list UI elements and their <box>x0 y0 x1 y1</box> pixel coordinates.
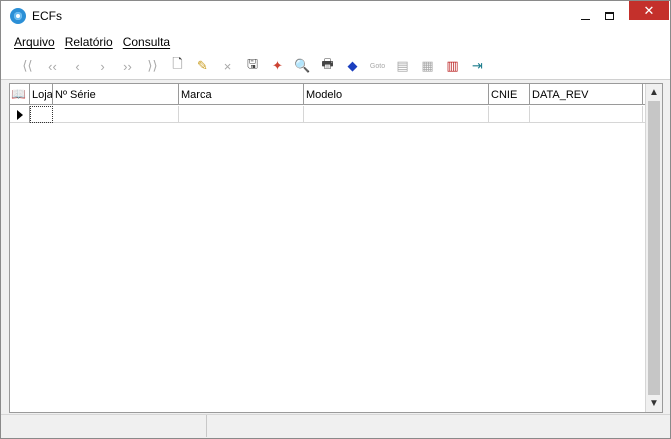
settings-button[interactable]: ▦ <box>415 55 440 77</box>
cell-serie[interactable] <box>53 106 179 123</box>
menu-item-arquivo[interactable]: Arquivo <box>14 35 55 49</box>
exit-icon: ⇥ <box>472 58 483 73</box>
save-icon: 🖫 <box>246 56 259 71</box>
scroll-down-button[interactable]: ▼ <box>646 395 662 412</box>
eraser-button[interactable]: ◆ <box>340 55 365 77</box>
settings-icon: ▦ <box>421 58 434 73</box>
app-icon <box>10 8 26 24</box>
table-row[interactable] <box>10 106 646 123</box>
export-icon: ▥ <box>446 58 459 73</box>
cell-data-rev[interactable] <box>530 106 643 123</box>
prior-page-button[interactable]: ‹‹ <box>40 55 65 77</box>
prior-record-button[interactable]: ‹ <box>65 55 90 77</box>
chevron-up-icon: ▲ <box>649 87 659 98</box>
close-icon: ✕ <box>643 2 655 18</box>
window-controls: ✕ <box>573 1 670 31</box>
book-icon: 📖 <box>11 87 26 101</box>
first-record-icon: ⟨⟨ <box>22 58 33 73</box>
new-button[interactable]: 🗋 <box>165 55 190 77</box>
window-title: ECFs <box>32 9 62 23</box>
preview-button[interactable]: 🔍 <box>290 55 315 77</box>
wand-button[interactable]: ✦ <box>265 55 290 77</box>
column-header-modelo[interactable]: Modelo <box>304 84 489 105</box>
vertical-scrollbar[interactable]: ▲ ▼ <box>645 84 662 412</box>
close-button[interactable]: ✕ <box>629 1 669 20</box>
goto-button[interactable]: Goto <box>365 55 390 77</box>
grid-body: 📖 Loja Nº Série Marca Modelo CNIE DATA_R… <box>10 84 646 412</box>
cell-cnie[interactable] <box>489 106 530 123</box>
grid-corner[interactable]: 📖 <box>10 84 30 105</box>
cell-marca[interactable] <box>179 106 304 123</box>
scroll-thumb[interactable] <box>648 101 660 395</box>
chevron-down-icon: ▼ <box>649 398 659 409</box>
exit-button[interactable]: ⇥ <box>465 55 490 77</box>
menu-bar: Arquivo Relatório Consulta <box>1 31 670 53</box>
data-grid[interactable]: 📖 Loja Nº Série Marca Modelo CNIE DATA_R… <box>9 83 663 413</box>
print-icon: 🖶 <box>321 56 334 71</box>
goto-icon: Goto <box>369 62 386 70</box>
delete-icon: × <box>223 58 232 74</box>
minimize-button[interactable] <box>573 1 597 31</box>
status-bar <box>1 414 670 438</box>
export-button[interactable]: ▥ <box>440 55 465 77</box>
next-record-button[interactable]: › <box>90 55 115 77</box>
filter-icon: ▤ <box>396 58 409 73</box>
eraser-icon: ◆ <box>347 58 358 73</box>
cell-loja[interactable] <box>30 106 53 123</box>
column-header-data-rev[interactable]: DATA_REV <box>530 84 643 105</box>
column-header-cnie[interactable]: CNIE <box>489 84 530 105</box>
minimize-icon <box>580 18 590 20</box>
row-indicator <box>10 106 30 123</box>
grid-header: 📖 Loja Nº Série Marca Modelo CNIE DATA_R… <box>10 84 646 105</box>
last-record-button[interactable]: ⟩⟩ <box>140 55 165 77</box>
cell-modelo[interactable] <box>304 106 489 123</box>
next-page-button[interactable]: ›› <box>115 55 140 77</box>
column-header-loja[interactable]: Loja <box>30 84 53 105</box>
app-window: ECFs ✕ Arquivo Relatório Consulta ⟨⟨ ‹‹ … <box>0 0 671 439</box>
prior-record-icon: ‹ <box>75 58 80 74</box>
last-record-icon: ⟩⟩ <box>147 58 158 73</box>
title-bar[interactable]: ECFs ✕ <box>1 1 670 31</box>
status-panel-2 <box>207 415 667 437</box>
new-document-icon: 🗋 <box>172 56 183 71</box>
preview-icon: 🔍 <box>294 58 311 73</box>
wand-icon: ✦ <box>272 58 283 73</box>
first-record-button[interactable]: ⟨⟨ <box>15 55 40 77</box>
maximize-button[interactable] <box>597 1 621 31</box>
filter-button[interactable]: ▤ <box>390 55 415 77</box>
print-button[interactable]: 🖶 <box>315 55 340 77</box>
column-header-serie[interactable]: Nº Série <box>53 84 179 105</box>
delete-button[interactable]: × <box>215 55 240 77</box>
save-button[interactable]: 🖫 <box>240 55 265 77</box>
next-page-icon: ›› <box>123 58 132 74</box>
edit-button[interactable]: ✎ <box>190 55 215 77</box>
column-header-marca[interactable]: Marca <box>179 84 304 105</box>
menu-item-consulta[interactable]: Consulta <box>123 35 170 49</box>
maximize-icon <box>604 12 614 20</box>
status-panel-1 <box>1 415 207 437</box>
prior-page-icon: ‹‹ <box>48 58 57 74</box>
toolbar: ⟨⟨ ‹‹ ‹ › ›› ⟩⟩ 🗋 ✎ × 🖫 ✦ 🔍 🖶 ◆ Goto ▤ ▦… <box>1 53 670 80</box>
menu-item-relatorio[interactable]: Relatório <box>65 35 113 49</box>
current-row-icon <box>16 109 23 120</box>
edit-document-icon: ✎ <box>197 58 208 73</box>
scroll-up-button[interactable]: ▲ <box>646 84 662 101</box>
next-record-icon: › <box>100 58 105 74</box>
